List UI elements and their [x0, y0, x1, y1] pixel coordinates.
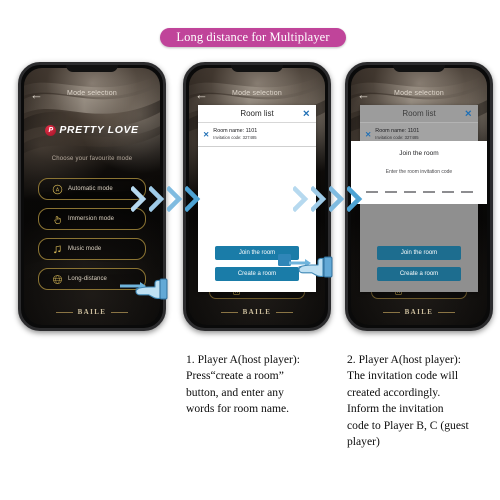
- chevron-right-icon: [293, 186, 309, 212]
- footer-brand-label: BAILE: [77, 308, 107, 316]
- hand-touch-icon: [52, 214, 63, 225]
- app-topbar-title: Mode selection: [232, 90, 282, 97]
- room-name: Room name: 1101: [375, 128, 420, 135]
- pointing-hand-icon: [278, 254, 333, 278]
- caption-line: player): [347, 435, 380, 449]
- mode-button-immersion[interactable]: Immersion mode: [38, 208, 146, 230]
- modal-actions: Join the room Create a room: [360, 246, 478, 292]
- app-topbar-title: Mode selection: [394, 90, 444, 97]
- mode-label: Music mode: [68, 246, 102, 252]
- join-room-title: Join the room: [399, 150, 439, 157]
- mode-button-automatic[interactable]: A Automatic mode: [38, 178, 146, 200]
- chevron-right-icon: [149, 186, 165, 212]
- music-note-icon: [52, 244, 63, 255]
- footer-brand-label: BAILE: [242, 308, 272, 316]
- code-slot[interactable]: [384, 191, 397, 193]
- pointing-hand-icon: [120, 278, 168, 300]
- code-slot[interactable]: [422, 191, 435, 193]
- caption-line: Inform the invitation: [347, 402, 444, 416]
- footer-brand-label: BAILE: [404, 308, 434, 316]
- footer-brand: BAILE: [189, 308, 325, 316]
- phone-notch: [66, 65, 118, 72]
- remove-room-icon[interactable]: ✕: [365, 130, 371, 139]
- globe-icon: [52, 274, 63, 285]
- join-room-hint: Enter the room invitation code: [385, 169, 453, 175]
- room-invitation-code: Invitation code: 327485: [213, 135, 257, 141]
- caption-line: Press“create a room”: [186, 369, 284, 383]
- caption-line: created accordingly.: [347, 385, 441, 399]
- chevron-right-icon: [185, 186, 201, 212]
- page-title: Long distance for Multiplayer: [176, 30, 330, 44]
- mode-label: Long-distance: [68, 276, 107, 282]
- hand-pointer-long-distance: [116, 272, 170, 311]
- modal-header: Room list ✕: [360, 105, 478, 123]
- app-subtitle: Choose your favourite mode: [51, 156, 133, 162]
- room-list-item[interactable]: ✕ Room name: 1101 Invitation code: 32748…: [198, 123, 316, 147]
- flow-arrow-group-1: [131, 186, 202, 212]
- chevron-right-icon: [167, 186, 183, 212]
- code-slot[interactable]: [460, 191, 473, 193]
- phone-join-room-dialog: ← Mode selection remote mode BAILE Room …: [345, 62, 493, 331]
- caption-line: 2. Player A(host player):: [347, 353, 461, 366]
- room-name: Room name: 1101: [213, 128, 258, 135]
- caption-line: 1. Player A(host player):: [186, 353, 300, 366]
- brand-name: PRETTY LOVE: [59, 124, 139, 136]
- caption-step-2: 2. Player A(host player): The invitation…: [347, 352, 499, 451]
- svg-text:A: A: [56, 187, 60, 193]
- automatic-mode-icon: A: [52, 184, 63, 195]
- caption-step-1: 1. Player A(host player): Press“create a…: [186, 352, 338, 418]
- caption-line: button, and enter any: [186, 385, 284, 399]
- close-icon[interactable]: ✕: [464, 109, 472, 118]
- caption-line: The invitation code will: [347, 369, 459, 383]
- caption-line: words for room name.: [186, 402, 290, 416]
- join-room-sheet: Join the room Enter the room invitation …: [351, 141, 487, 204]
- hand-pointer-create-room: [277, 249, 335, 288]
- code-slot[interactable]: [403, 191, 416, 193]
- chevron-right-icon: [329, 186, 345, 212]
- chevron-right-icon: [311, 186, 327, 212]
- page-title-pill: Long distance for Multiplayer: [160, 28, 346, 47]
- footer-brand: BAILE: [351, 308, 487, 316]
- modal-title: Room list: [402, 109, 436, 118]
- app-topbar-title: Mode selection: [67, 90, 117, 97]
- invitation-code-input[interactable]: [351, 191, 487, 193]
- brand-logo: P PRETTY LOVE: [24, 124, 160, 136]
- mode-label: Immersion mode: [68, 216, 115, 222]
- chevron-right-icon: [131, 186, 147, 212]
- code-slot[interactable]: [365, 191, 378, 193]
- phone-notch: [231, 65, 283, 72]
- mode-button-music[interactable]: Music mode: [38, 238, 146, 260]
- close-icon[interactable]: ✕: [302, 109, 310, 118]
- create-a-room-button[interactable]: Create a room: [377, 267, 461, 281]
- caption-line: code to Player B, C (guest: [347, 418, 469, 432]
- mode-label: Automatic mode: [68, 186, 113, 192]
- flow-arrow-group-2: [293, 186, 364, 212]
- modal-title: Room list: [240, 109, 274, 118]
- brand-mark-icon: P: [45, 124, 57, 136]
- code-slot[interactable]: [441, 191, 454, 193]
- join-the-room-button[interactable]: Join the room: [377, 246, 461, 260]
- remove-room-icon[interactable]: ✕: [203, 130, 209, 139]
- phone-notch: [393, 65, 445, 72]
- modal-header: Room list ✕: [198, 105, 316, 123]
- chevron-right-icon: [347, 186, 363, 212]
